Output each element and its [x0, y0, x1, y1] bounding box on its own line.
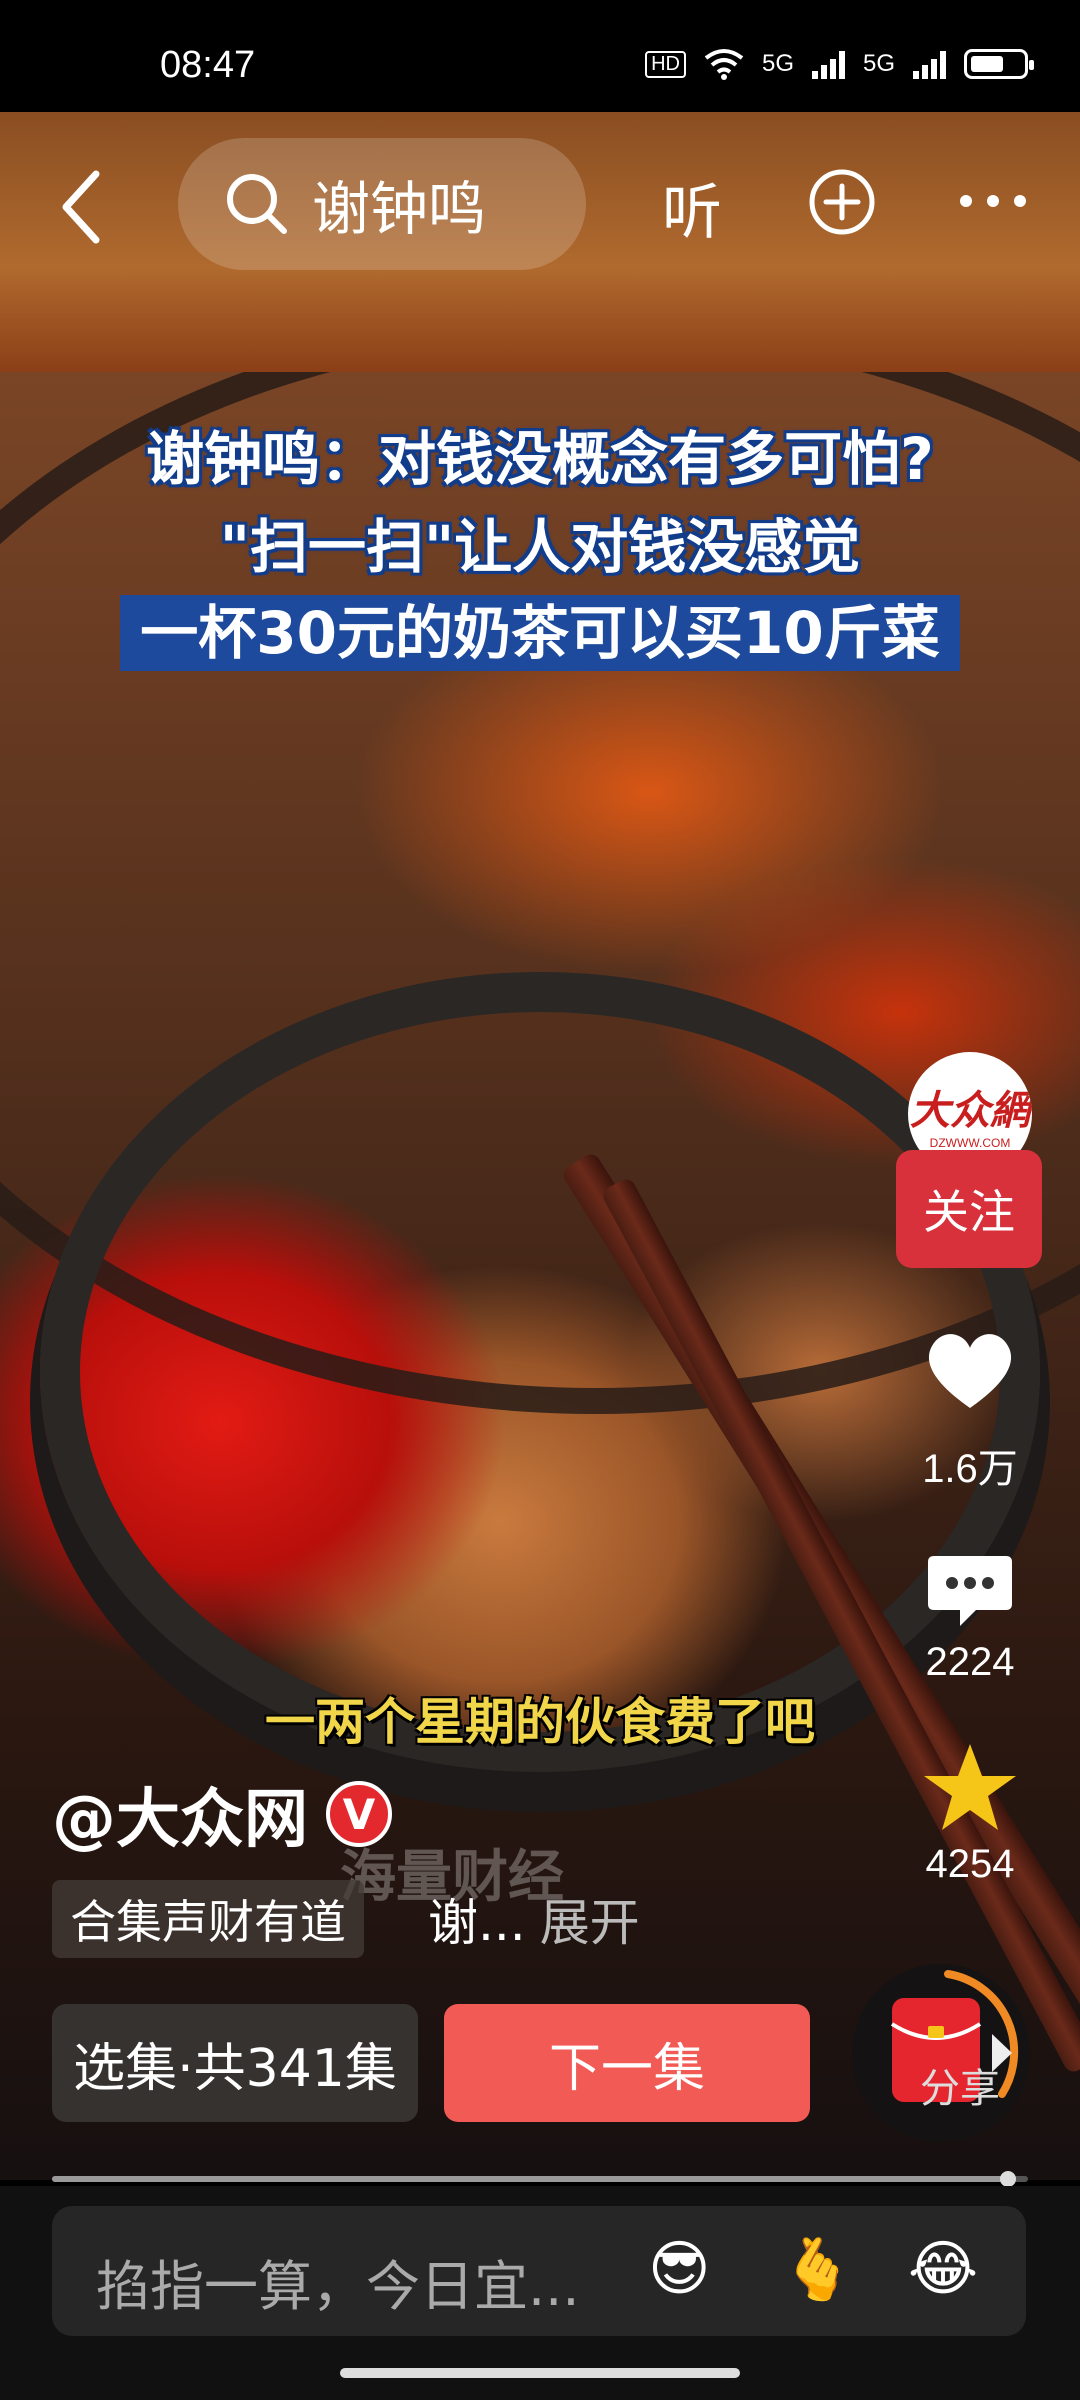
video-description[interactable]: 谢... 展开 — [428, 1880, 640, 1958]
wifi-icon — [704, 49, 744, 80]
star-icon[interactable] — [920, 1738, 1020, 1838]
top-header: 谢钟鸣 听 — [0, 112, 1080, 372]
progress-knob[interactable] — [1000, 2171, 1017, 2187]
expand-link[interactable]: 展开 — [540, 1883, 640, 1955]
author-name-row[interactable]: @大众网 V — [52, 1768, 392, 1860]
caption-line-2: "扫一扫"让人对钱没感觉 — [219, 513, 861, 581]
caption-line-3: 一杯30元的奶茶可以买10斤菜 — [0, 586, 1080, 671]
comment-placeholder: 掐指一算，今日宜... — [96, 2255, 580, 2318]
add-icon[interactable] — [808, 168, 876, 236]
hd-icon: HD — [645, 50, 686, 78]
share-label: 分享 — [920, 2066, 1000, 2112]
verified-badge: V — [326, 1781, 392, 1847]
progress-fill — [52, 2176, 1009, 2182]
red-packet-icon — [890, 1970, 1019, 2102]
search-icon — [227, 174, 287, 234]
home-indicator[interactable] — [340, 2368, 740, 2378]
status-icons: HD 5G 5G — [645, 48, 1034, 80]
share-button[interactable] — [852, 1964, 1030, 2142]
next-episode-button[interactable]: 下一集 — [444, 2004, 810, 2122]
network-label-1: 5G — [761, 50, 794, 77]
cool-emoji-icon[interactable]: 😎 — [648, 2234, 711, 2304]
caption-line-3-text: 一杯30元的奶茶可以买10斤菜 — [120, 595, 960, 671]
comment-area: 掐指一算，今日宜... 😎 🫰 😂 — [0, 2186, 1080, 2400]
avatar-logo-sub: DZWWW.COM — [929, 1136, 1011, 1150]
listen-button[interactable]: 听 — [662, 164, 722, 251]
like-count: 1.6万 — [922, 1447, 1018, 1491]
collection-tag[interactable]: 合集声财有道 — [52, 1880, 364, 1958]
video-subtitle: 一两个星期的伙食费了吧 — [265, 1693, 815, 1751]
episodes-button[interactable]: 选集·共341集 — [52, 2004, 418, 2122]
search-text: 谢钟鸣 — [312, 175, 487, 243]
comment-input[interactable]: 掐指一算，今日宜... 😎 🫰 😂 — [52, 2206, 1026, 2336]
heart-icon[interactable] — [920, 1320, 1020, 1420]
comment-count: 2224 — [925, 1640, 1015, 1684]
video-progress-bar[interactable] — [52, 2171, 1028, 2187]
more-icon[interactable] — [958, 186, 1028, 216]
status-time: 08:47 — [160, 44, 256, 86]
comment-icon[interactable] — [920, 1540, 1020, 1640]
network-label-2: 5G — [862, 50, 895, 77]
author-name: @大众网 — [52, 1783, 308, 1857]
battery-icon — [964, 49, 1034, 79]
laughing-emoji-icon[interactable]: 😂 — [908, 2234, 978, 2304]
follow-button[interactable]: 关注 — [896, 1150, 1042, 1268]
signal-icon-2 — [913, 49, 946, 79]
caption-line-1: 谢钟鸣：对钱没概念有多可怕? — [146, 425, 934, 493]
back-icon[interactable] — [52, 162, 112, 252]
finger-heart-emoji-icon[interactable]: 🫰 — [780, 2234, 855, 2305]
search-box[interactable]: 谢钟鸣 — [178, 138, 586, 270]
status-bar: 08:47 HD 5G 5G — [0, 0, 1080, 112]
avatar-logo: 大众網 — [910, 1087, 1030, 1134]
description-text: 谢... — [428, 1894, 526, 1952]
battery-level — [971, 56, 1004, 72]
signal-icon — [811, 49, 845, 79]
favorite-count: 4254 — [925, 1842, 1015, 1886]
